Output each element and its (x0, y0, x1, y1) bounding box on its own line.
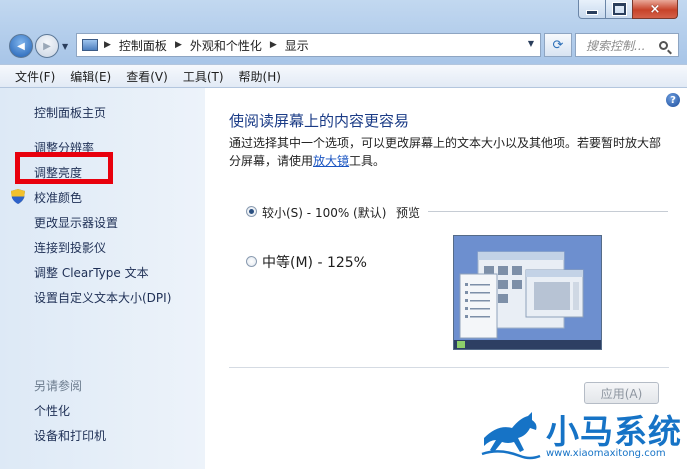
watermark-title: 小马系统 (546, 412, 682, 451)
search-input[interactable]: 搜索控制... (586, 37, 659, 54)
apply-button[interactable]: 应用(A) (584, 382, 659, 404)
breadcrumb-control-panel[interactable]: 控制面板 (119, 37, 167, 54)
control-panel-window: × ◀ ▶ ▼ ▶ 控制面板 ▶ 外观和个性化 ▶ 显示 ▼ ⟳ 搜索控制...… (0, 0, 687, 469)
search-icon[interactable] (659, 40, 668, 50)
page-title: 使阅读屏幕上的内容更容易 (229, 112, 410, 130)
control-panel-icon (82, 39, 98, 51)
minimize-button[interactable] (578, 0, 606, 19)
menu-tools[interactable]: 工具(T) (183, 68, 224, 85)
maximize-button[interactable] (605, 0, 633, 19)
sidebar: 控制面板主页 调整分辨率 调整亮度 校准颜色 更改显示器设置 连接到投影仪 调整… (0, 88, 205, 469)
magnifier-link[interactable]: 放大镜 (313, 154, 349, 168)
size-medium-radio[interactable] (246, 256, 257, 267)
description-part1: 通过选择其中一个选项，可以更改屏幕上的文本大小以及其他项。若要暂时放大部分屏幕，… (229, 136, 662, 168)
highlight-box (15, 152, 113, 184)
sidebar-item-calibrate-color[interactable]: 校准颜色 (34, 189, 82, 206)
minimize-icon (586, 9, 598, 15)
see-also-heading: 另请参阅 (34, 379, 83, 393)
sidebar-item-personalization[interactable]: 个性化 (34, 402, 70, 419)
address-dropdown-icon[interactable]: ▼ (528, 39, 534, 48)
preview-label: 预览 (396, 206, 421, 220)
address-bar[interactable]: ▶ 控制面板 ▶ 外观和个性化 ▶ 显示 ▼ (76, 33, 541, 57)
size-smaller-label[interactable]: 较小(S) - 100% (默认) (262, 204, 386, 221)
sidebar-item-devices-printers[interactable]: 设备和打印机 (34, 427, 106, 444)
menu-help[interactable]: 帮助(H) (239, 68, 281, 85)
breadcrumb-separator-icon[interactable]: ▶ (175, 40, 182, 50)
sidebar-item-projector[interactable]: 连接到投影仪 (34, 239, 106, 256)
breadcrumb: 控制面板 ▶ 外观和个性化 ▶ 显示 (119, 37, 309, 54)
size-smaller-radio[interactable] (246, 206, 257, 217)
navigation-bar: ◀ ▶ ▼ ▶ 控制面板 ▶ 外观和个性化 ▶ 显示 ▼ ⟳ 搜索控制... (0, 28, 687, 64)
menu-file[interactable]: 文件(F) (15, 68, 55, 85)
search-box[interactable]: 搜索控制... (575, 33, 679, 57)
forward-arrow-icon: ▶ (43, 40, 51, 52)
size-medium-label[interactable]: 中等(M) - 125% (262, 252, 367, 272)
back-arrow-icon: ◀ (17, 40, 25, 52)
shield-icon (11, 189, 25, 204)
menu-view[interactable]: 查看(V) (126, 68, 168, 85)
breadcrumb-separator-icon[interactable]: ▶ (104, 40, 111, 50)
sidebar-item-home[interactable]: 控制面板主页 (34, 104, 106, 121)
preview-image (453, 235, 602, 350)
sidebar-item-display-settings[interactable]: 更改显示器设置 (34, 214, 118, 231)
watermark: 小马系统 www.xiaomaxitong.com (480, 404, 687, 469)
horse-logo-icon (481, 412, 541, 460)
watermark-url: www.xiaomaxitong.com (546, 448, 666, 459)
close-button[interactable]: × (632, 0, 678, 19)
recent-pages-dropdown[interactable]: ▼ (62, 42, 68, 51)
close-icon: × (649, 1, 661, 17)
preview-divider (428, 211, 668, 212)
maximize-icon (612, 3, 626, 15)
forward-button[interactable]: ▶ (35, 34, 59, 58)
menu-edit[interactable]: 编辑(E) (70, 68, 111, 85)
description-text: 通过选择其中一个选项，可以更改屏幕上的文本大小以及其他项。若要暂时放大部分屏幕，… (229, 134, 669, 170)
breadcrumb-separator-icon[interactable]: ▶ (270, 40, 277, 50)
desktop-preview-icon (454, 236, 601, 349)
refresh-button[interactable]: ⟳ (544, 33, 572, 57)
breadcrumb-appearance[interactable]: 外观和个性化 (190, 37, 262, 54)
description-part2: 工具。 (349, 154, 386, 168)
content-divider (229, 367, 669, 368)
refresh-icon: ⟳ (552, 37, 564, 53)
title-bar: × (0, 0, 687, 28)
help-icon[interactable]: ? (666, 93, 680, 107)
sidebar-item-cleartype[interactable]: 调整 ClearType 文本 (34, 264, 149, 281)
back-button[interactable]: ◀ (9, 34, 33, 58)
breadcrumb-display[interactable]: 显示 (285, 37, 309, 54)
menu-bar: 文件(F) 编辑(E) 查看(V) 工具(T) 帮助(H) (0, 64, 687, 88)
sidebar-item-dpi[interactable]: 设置自定义文本大小(DPI) (34, 289, 171, 306)
